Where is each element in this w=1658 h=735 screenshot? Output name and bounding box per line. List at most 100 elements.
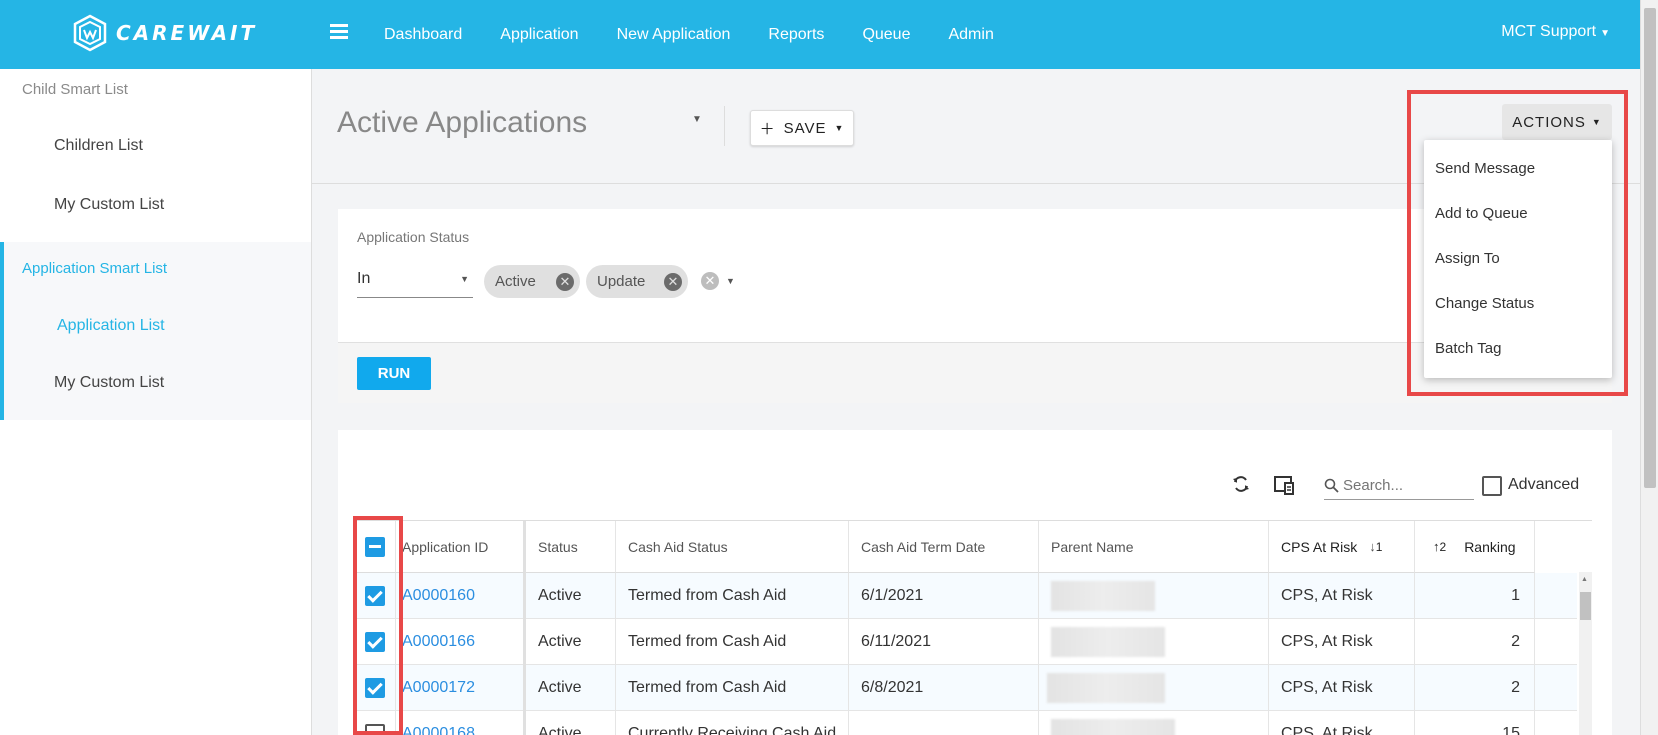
- ranking-cell: 1: [1415, 573, 1535, 619]
- run-button[interactable]: RUN: [357, 357, 431, 390]
- filter-operator-value: In: [357, 270, 371, 287]
- status-cell: Active: [526, 665, 616, 711]
- nav-dashboard[interactable]: Dashboard: [384, 26, 462, 44]
- term-date-cell: 6/8/2021: [849, 665, 1039, 711]
- page-title: Active Applications: [337, 106, 588, 139]
- table-scrollbar-thumb[interactable]: [1580, 592, 1591, 620]
- sidebar: Child Smart List Children List My Custom…: [0, 69, 312, 735]
- sidebar-item-children-list[interactable]: Children List: [54, 137, 143, 155]
- logo-icon: [73, 14, 107, 52]
- plus-icon: ＋: [759, 120, 776, 138]
- nav-admin[interactable]: Admin: [948, 26, 993, 44]
- redacted-name: [1051, 581, 1155, 611]
- chip-remove-icon[interactable]: ✕: [556, 273, 574, 291]
- ranking-cell: 2: [1415, 665, 1535, 711]
- scrollbar-thumb[interactable]: [1644, 8, 1656, 488]
- chip-remove-icon[interactable]: ✕: [664, 273, 682, 291]
- sidebar-active-indicator: [0, 242, 4, 420]
- main-nav: Dashboard Application New Application Re…: [384, 0, 1032, 69]
- cps-cell: CPS, At Risk: [1269, 573, 1415, 619]
- ranking-cell: 2: [1415, 619, 1535, 665]
- redacted-name: [1047, 673, 1165, 703]
- header-divider: [724, 106, 725, 146]
- caret-down-icon: ▼: [834, 123, 845, 133]
- application-id-link[interactable]: A0000160: [396, 573, 526, 619]
- parent-name-cell: [1039, 711, 1269, 735]
- nav-queue[interactable]: Queue: [862, 26, 910, 44]
- status-cell: Active: [526, 573, 616, 619]
- column-header-cash-aid-term-date[interactable]: Cash Aid Term Date: [849, 521, 1039, 573]
- advanced-checkbox[interactable]: [1482, 476, 1502, 496]
- filter-chip-active[interactable]: Active ✕: [484, 265, 580, 298]
- column-label: Ranking: [1464, 538, 1516, 555]
- applications-table: Application ID Status Cash Aid Status Ca…: [354, 520, 1592, 735]
- nav-application[interactable]: Application: [500, 26, 578, 44]
- sidebar-item-application-list[interactable]: Application List: [57, 317, 165, 335]
- advanced-label: Advanced: [1508, 476, 1580, 493]
- sidebar-item-child-custom-list[interactable]: My Custom List: [54, 196, 164, 214]
- term-date-cell: [849, 711, 1039, 735]
- page-scrollbar[interactable]: [1640, 0, 1658, 735]
- column-header-application-id[interactable]: Application ID: [396, 521, 526, 573]
- sidebar-item-application-custom-list[interactable]: My Custom List: [54, 374, 164, 392]
- table-row[interactable]: A0000168 Active Currently Receiving Cash…: [354, 711, 1577, 735]
- search-input[interactable]: [1343, 477, 1463, 494]
- application-id-link[interactable]: A0000168: [396, 711, 526, 735]
- save-label: SAVE: [783, 119, 827, 137]
- cash-aid-status-cell: Termed from Cash Aid: [616, 619, 849, 665]
- table-search[interactable]: [1324, 472, 1474, 500]
- caret-down-icon: ▼: [1600, 28, 1610, 39]
- cash-aid-status-cell: Termed from Cash Aid: [616, 665, 849, 711]
- cps-cell: CPS, At Risk: [1269, 665, 1415, 711]
- column-header-status[interactable]: Status: [526, 521, 616, 573]
- checkbox-column-highlight-box: [353, 516, 403, 735]
- redacted-name: [1051, 719, 1175, 735]
- status-cell: Active: [526, 619, 616, 665]
- column-label: CPS At Risk: [1281, 538, 1358, 555]
- term-date-cell: 6/1/2021: [849, 573, 1039, 619]
- filter-chip-update[interactable]: Update ✕: [586, 265, 688, 298]
- menu-icon[interactable]: [330, 24, 348, 40]
- caret-down-icon[interactable]: ▼: [726, 276, 735, 286]
- search-icon: [1324, 478, 1339, 493]
- caret-down-icon: ▼: [460, 274, 469, 284]
- table-row[interactable]: A0000166 Active Termed from Cash Aid 6/1…: [354, 619, 1577, 665]
- user-menu[interactable]: MCT Support ▼: [1501, 23, 1610, 41]
- user-name: MCT Support: [1501, 23, 1597, 40]
- redacted-name: [1051, 627, 1165, 657]
- nav-new-application[interactable]: New Application: [617, 26, 731, 44]
- cps-cell: CPS, At Risk: [1269, 711, 1415, 735]
- save-button[interactable]: ＋ SAVE ▼: [750, 110, 854, 146]
- scroll-up-icon[interactable]: ▲: [1581, 576, 1588, 583]
- filter-operator-select[interactable]: In ▼: [357, 270, 473, 298]
- refresh-icon[interactable]: [1231, 474, 1251, 494]
- parent-name-cell: [1039, 665, 1269, 711]
- carewait-logo[interactable]: CAREWAIT: [72, 14, 257, 52]
- table-row[interactable]: A0000172 Active Termed from Cash Aid 6/8…: [354, 665, 1577, 711]
- cps-cell: CPS, At Risk: [1269, 619, 1415, 665]
- cash-aid-status-cell: Currently Receiving Cash Aid: [616, 711, 849, 735]
- table-row[interactable]: A0000160 Active Termed from Cash Aid 6/1…: [354, 573, 1577, 619]
- term-date-cell: 6/11/2021: [849, 619, 1039, 665]
- top-navbar: CAREWAIT Dashboard Application New Appli…: [0, 0, 1640, 69]
- chip-label: Active: [495, 273, 536, 290]
- application-id-link[interactable]: A0000172: [396, 665, 526, 711]
- table-scrollbar[interactable]: ▲: [1579, 572, 1592, 735]
- application-id-link[interactable]: A0000166: [396, 619, 526, 665]
- status-cell: Active: [526, 711, 616, 735]
- column-header-parent-name[interactable]: Parent Name: [1039, 521, 1269, 573]
- column-header-cash-aid-status[interactable]: Cash Aid Status: [616, 521, 849, 573]
- column-header-cps-at-risk[interactable]: CPS At Risk ↓ 1: [1269, 521, 1415, 573]
- parent-name-cell: [1039, 619, 1269, 665]
- list-select-caret-icon[interactable]: ▼: [692, 114, 702, 125]
- clear-filter-icon[interactable]: ✕: [701, 272, 719, 290]
- sidebar-group-child-smart-list[interactable]: Child Smart List: [22, 81, 128, 98]
- columns-icon[interactable]: [1273, 474, 1295, 496]
- filter-label: Application Status: [357, 229, 470, 245]
- actions-highlight-box: [1407, 90, 1628, 396]
- nav-reports[interactable]: Reports: [768, 26, 824, 44]
- ranking-cell: 15: [1415, 711, 1535, 735]
- sort-order: 1: [1375, 539, 1383, 554]
- sidebar-group-application-smart-list[interactable]: Application Smart List: [22, 260, 167, 277]
- column-header-ranking[interactable]: ↑ 2 Ranking: [1415, 521, 1535, 573]
